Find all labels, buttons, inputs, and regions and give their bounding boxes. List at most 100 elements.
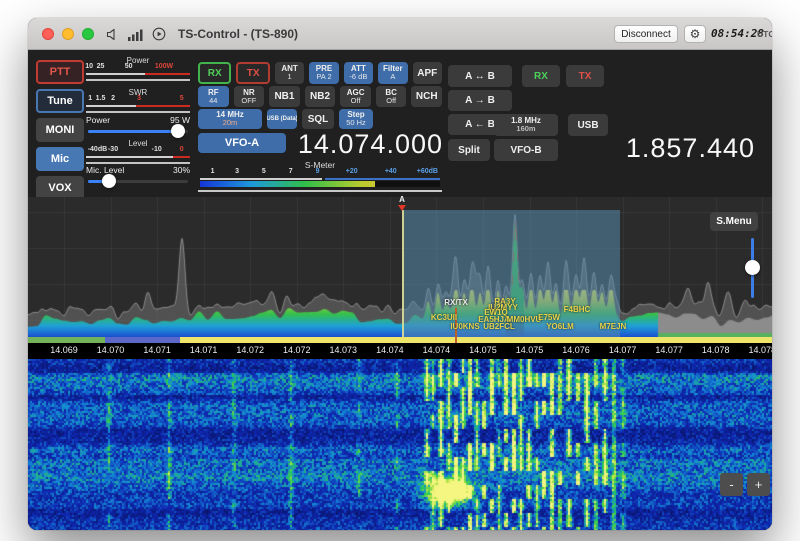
waterfall-zoom-in-button[interactable]: + <box>747 473 770 496</box>
meter-tick: 25 <box>97 63 105 70</box>
waterfall-display[interactable]: - + <box>28 359 772 530</box>
frequency-label: 14.072 <box>283 345 311 355</box>
frequency-label: 14.078 <box>748 345 772 355</box>
meter-tick: 2 <box>111 95 115 102</box>
callsign-label[interactable]: M7EJN <box>600 322 627 331</box>
disconnect-button[interactable]: Disconnect <box>614 25 678 43</box>
frequency-label: 14.077 <box>609 345 637 355</box>
mic-slider-knob[interactable] <box>102 174 116 188</box>
callsign-label[interactable]: IU0KNS <box>450 322 479 331</box>
ref-level-slider-knob[interactable] <box>745 260 760 275</box>
marker-triangle-icon <box>398 205 406 211</box>
meter-tick: 0 <box>180 146 184 153</box>
utc-label: UTC <box>757 29 772 39</box>
frequency-label: 14.078 <box>702 345 730 355</box>
split-button[interactable]: Split <box>448 139 490 161</box>
playback-icon[interactable] <box>152 27 166 46</box>
speaker-icon[interactable] <box>106 28 119 46</box>
button-sql[interactable]: SQL <box>302 109 334 129</box>
left-button-tune[interactable]: Tune <box>36 89 84 113</box>
vfo-a-button[interactable]: VFO-A <box>198 133 286 153</box>
power-slider-knob[interactable] <box>171 124 185 138</box>
callsign-label[interactable]: F4BHC <box>564 305 591 314</box>
button-usb-data-[interactable]: USB (Data) <box>267 109 297 129</box>
frequency-label: 14.075 <box>469 345 497 355</box>
vfo-b-frequency[interactable]: 1.857.440 <box>626 133 755 164</box>
gear-icon: ⚙ <box>690 27 701 41</box>
frequency-label: 14.074 <box>376 345 404 355</box>
vfo-b-button[interactable]: VFO-B <box>494 139 558 161</box>
button-step[interactable]: Step50 Hz <box>339 109 373 129</box>
button-nb1[interactable]: NB1 <box>269 86 300 107</box>
button-pre[interactable]: PREPA 2 <box>309 62 338 84</box>
left-button-ptt[interactable]: PTT <box>36 60 84 84</box>
vfo-b-band-button[interactable]: 1.8 MHz 160m <box>494 114 558 136</box>
spectrum-canvas[interactable] <box>28 197 772 338</box>
frequency-label: 14.077 <box>655 345 683 355</box>
vfo-a-frequency[interactable]: 14.074.000 <box>298 129 443 160</box>
left-button-mic[interactable]: Mic <box>36 147 84 171</box>
ab-swap-button[interactable]: A ↔ B <box>448 65 512 87</box>
callsign-label[interactable]: E75W <box>538 313 560 322</box>
power-slider-track[interactable] <box>88 130 188 133</box>
power-meter: Power 102550100W <box>86 56 190 86</box>
callsign-label[interactable]: KC3UII <box>431 313 457 322</box>
mic-slider-track[interactable] <box>88 180 188 183</box>
minimize-window-button[interactable] <box>62 28 74 40</box>
zoom-window-button[interactable] <box>82 28 94 40</box>
app-window: TS-Control - (TS-890) Disconnect ⚙ 08:54… <box>28 18 772 530</box>
spectrum-menu-button[interactable]: S.Menu <box>710 212 758 231</box>
power-slider-label: Power <box>86 115 110 125</box>
frequency-label: 14.074 <box>423 345 451 355</box>
frequency-label: 14.070 <box>97 345 125 355</box>
close-window-button[interactable] <box>42 28 54 40</box>
vfo-b-mode-button[interactable]: USB <box>568 114 608 136</box>
button-nr[interactable]: NROFF <box>234 86 265 107</box>
power-meter-bar <box>86 79 190 81</box>
meter-tick: 10 <box>85 63 93 70</box>
swr-meter-bar <box>86 111 190 113</box>
button-bc[interactable]: BCOff <box>376 86 407 107</box>
button-apf[interactable]: APF <box>413 62 442 84</box>
swr-meter-scale <box>86 105 190 107</box>
signal-strength-icon[interactable] <box>128 28 144 46</box>
s-meter-baseline <box>198 190 442 192</box>
button-nb2[interactable]: NB2 <box>305 86 336 107</box>
meter-tick: 5 <box>262 168 266 175</box>
button-ant[interactable]: ANT1 <box>275 62 304 84</box>
button-filter[interactable]: FilterA <box>378 62 407 84</box>
meter-tick: 1 <box>211 168 215 175</box>
button-14-mhz[interactable]: 14 MHz20m <box>198 109 262 129</box>
button-rx[interactable]: RX <box>198 62 231 84</box>
s-meter: S-Meter 13579+20+40+60dB <box>198 160 442 194</box>
frequency-labels: 14.06914.07014.07114.07114.07214.07214.0… <box>28 343 772 359</box>
a-to-b-button[interactable]: A → B <box>448 90 512 111</box>
spectrum-display[interactable]: A RX/TX RA3YIU2MYYEW1QKC3UIIEA5HJAMM0HVU… <box>28 197 772 338</box>
swr-meter: SWR 11.5235 <box>86 88 190 118</box>
rxtx-label: RX/TX <box>444 298 468 307</box>
button-tx[interactable]: TX <box>236 62 269 84</box>
frequency-label: 14.071 <box>143 345 171 355</box>
vfo-a-marker-label: A <box>399 195 405 204</box>
callsign-label[interactable]: YO6LM <box>546 322 574 331</box>
settings-button[interactable]: ⚙ <box>684 25 706 43</box>
callsign-label[interactable]: UB2FCL <box>483 322 515 331</box>
left-button-moni[interactable]: MONI <box>36 118 84 142</box>
meter-tick: -40dB <box>88 146 107 153</box>
s-meter-scale-low <box>200 178 322 180</box>
s-meter-scale-high <box>325 178 440 180</box>
button-nch[interactable]: NCH <box>411 86 442 107</box>
button-att[interactable]: ATT-6 dB <box>344 62 373 84</box>
mic-slider-value: 30% <box>173 165 190 175</box>
waterfall-zoom-out-button[interactable]: - <box>720 473 743 496</box>
mic-level-meter-scale <box>86 156 190 158</box>
frequency-scale[interactable]: 14.06914.07014.07114.07114.07214.07214.0… <box>28 337 772 359</box>
sub-rx-button[interactable]: RX <box>522 65 560 87</box>
button-agc[interactable]: AGCOff <box>340 86 371 107</box>
titlebar: TS-Control - (TS-890) Disconnect ⚙ 08:54… <box>28 18 772 50</box>
waterfall-canvas[interactable] <box>28 359 772 530</box>
meter-tick: 100W <box>155 63 173 70</box>
button-rf[interactable]: RF44 <box>198 86 229 107</box>
sub-tx-button[interactable]: TX <box>566 65 604 87</box>
frequency-label: 14.073 <box>330 345 358 355</box>
